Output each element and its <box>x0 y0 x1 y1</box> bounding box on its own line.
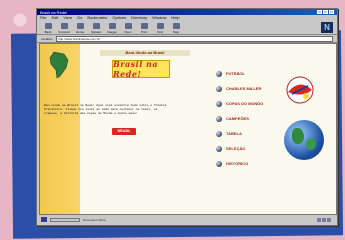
menu-link-futebol[interactable]: FUTEBOL <box>216 70 263 77</box>
open-icon <box>124 23 132 29</box>
location-bar: Location: http://www.brasilnarede.com.br… <box>37 35 337 43</box>
find-icon <box>156 23 164 29</box>
images-button[interactable]: Images <box>105 23 119 34</box>
home-icon <box>76 23 84 29</box>
find-button[interactable]: Find <box>153 23 167 34</box>
window-title: Brasil na Rede! <box>40 9 68 15</box>
close-button[interactable] <box>329 10 334 14</box>
ball-bullet-icon <box>216 70 222 77</box>
reload-button[interactable]: Reload <box>89 23 103 34</box>
reload-icon <box>92 23 100 29</box>
back-label: Back <box>44 30 52 34</box>
menu-link-historico[interactable]: HISTÓRICO <box>216 160 263 167</box>
banner-text: Brasil na Rede! <box>113 59 159 79</box>
menu-link-label: COPAS DO MUNDO <box>226 101 264 106</box>
forward-icon <box>60 23 68 29</box>
print-icon <box>140 23 148 29</box>
images-label: Images <box>107 30 117 34</box>
menu-link-selecao[interactable]: SELEÇÃO <box>216 145 263 152</box>
ball-bullet-icon <box>216 115 222 122</box>
url-field[interactable]: http://www.brasilnarede.com.br/ <box>56 35 333 42</box>
ball-bullet-icon <box>216 85 222 92</box>
ball-bullet-icon <box>216 100 222 107</box>
forward-label: Forward <box>58 30 70 34</box>
browser-logo[interactable]: N <box>321 22 333 33</box>
menu-link-label: FUTEBOL <box>226 71 245 76</box>
ball-bullet-icon <box>216 145 222 152</box>
open-label: Open <box>124 30 132 34</box>
news-icon[interactable] <box>322 217 326 222</box>
menu-link-label: CHARLES MILLER <box>226 86 262 91</box>
status-text: Document: Done <box>83 217 106 222</box>
ball-bullet-icon <box>216 160 222 167</box>
mascot-logo-icon <box>286 76 314 104</box>
progress-bar <box>50 217 80 222</box>
ball-bullet-icon <box>216 130 222 137</box>
back-icon <box>44 23 52 29</box>
minimize-button[interactable] <box>317 10 322 14</box>
stop-icon <box>172 23 180 29</box>
print-label: Print <box>140 30 148 34</box>
security-key-icon <box>41 217 47 222</box>
find-label: Find <box>157 30 163 34</box>
maximize-button[interactable] <box>323 10 328 14</box>
stop-label: Stop <box>172 30 180 34</box>
menu-link-campeoes[interactable]: CAMPEÕES <box>216 115 263 122</box>
browser-window: Brasil na Rede! File Edit View Go Bookma… <box>36 8 338 226</box>
site-menu: FUTEBOL CHARLES MILLER COPAS DO MUNDO CA… <box>216 70 263 175</box>
menu-link-copas[interactable]: COPAS DO MUNDO <box>216 100 263 107</box>
menu-link-label: CAMPEÕES <box>226 116 249 121</box>
menu-link-charles-miller[interactable]: CHARLES MILLER <box>216 85 263 92</box>
open-button[interactable]: Open <box>121 23 135 34</box>
toolbar: Back Forward Home Reload Images Open Pri… <box>37 20 337 35</box>
intro-text: Bem-vindo ao Brasil na Rede! Aqui você e… <box>44 104 167 115</box>
reload-label: Reload <box>91 30 101 34</box>
brazil-map-icon <box>49 51 69 79</box>
location-label: Location: <box>41 36 54 41</box>
menu-link-label: SELEÇÃO <box>226 146 246 151</box>
home-button[interactable]: Home <box>73 23 87 34</box>
site-banner: Brasil na Rede! <box>112 59 170 79</box>
back-button[interactable]: Back <box>41 23 55 34</box>
mail-icon[interactable] <box>317 217 321 222</box>
page-content: Bem-Vindo ao Brasil Brasil na Rede! Bem-… <box>39 43 337 215</box>
menu-link-tabela[interactable]: TABELA <box>216 130 263 137</box>
home-label: Home <box>75 30 84 34</box>
menu-link-label: HISTÓRICO <box>226 161 249 166</box>
forward-button[interactable]: Forward <box>57 23 71 34</box>
stop-button[interactable]: Stop <box>169 23 183 34</box>
sponsor-logo[interactable]: BRASIL <box>112 128 136 135</box>
composer-icon[interactable] <box>327 217 331 222</box>
images-icon <box>108 23 116 29</box>
globe-image[interactable] <box>284 120 324 160</box>
status-bar: Document: Done <box>39 216 335 223</box>
menu-link-label: TABELA <box>226 131 242 136</box>
page-header: Bem-Vindo ao Brasil <box>100 50 190 56</box>
print-button[interactable]: Print <box>137 23 151 34</box>
